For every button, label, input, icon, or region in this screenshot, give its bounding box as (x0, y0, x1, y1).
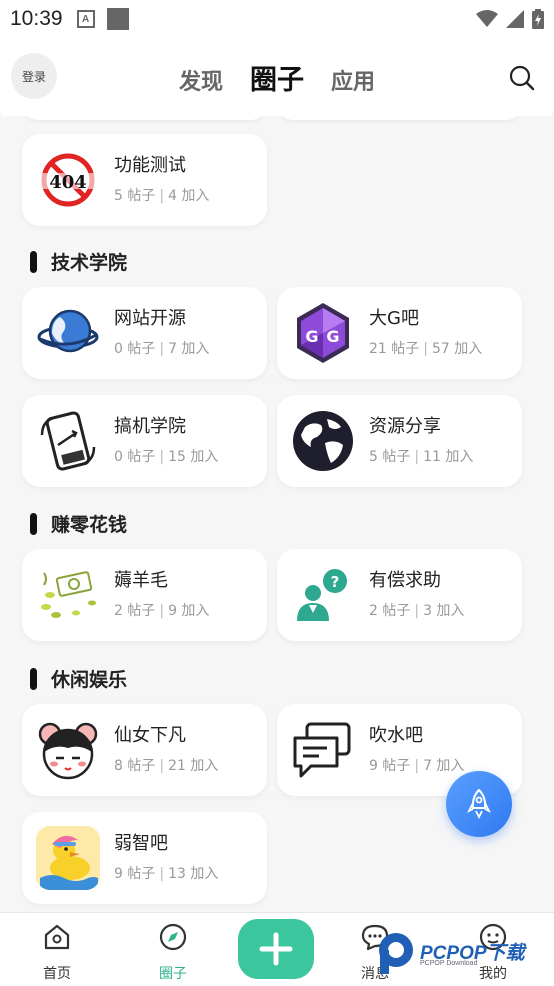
nav-home-label: 首页 (43, 966, 71, 982)
peek-card-right (277, 116, 522, 120)
phone-rotate-icon (36, 409, 100, 473)
circle-title: 资源分享 (369, 416, 441, 437)
circle-stats: 9 帖子 | 7 加入 (369, 758, 465, 774)
rocket-fab-button[interactable] (446, 771, 512, 837)
circle-card[interactable]: 搞机学院 0 帖子 | 15 加入 (22, 395, 267, 487)
circle-card[interactable]: 404 功能测试 5 帖子 | 4 加入 (22, 134, 267, 226)
status-time: 10:39 (10, 7, 63, 30)
add-post-button[interactable] (238, 919, 314, 979)
peek-card-left (22, 116, 267, 120)
home-icon (44, 924, 70, 950)
circle-stats: 9 帖子 | 13 加入 (114, 866, 219, 882)
svg-text:G: G (305, 327, 318, 346)
watermark: PCPOP下载 PCPOP Download (378, 924, 548, 980)
money-icon (36, 563, 100, 627)
section-marker (30, 667, 37, 690)
circle-card[interactable]: 仙女下凡 8 帖子 | 21 加入 (22, 704, 267, 796)
nav-circles-label: 圈子 (159, 966, 187, 982)
tab-circles[interactable]: 圈子 (250, 58, 304, 97)
watermark-subtext: PCPOP Download (420, 960, 478, 967)
circle-stats: 0 帖子 | 7 加入 (114, 341, 210, 357)
compass-icon (159, 923, 187, 951)
circle-title: 大G吧 (369, 308, 419, 329)
notification-a-icon: A (76, 10, 95, 28)
signal-icon (506, 10, 524, 28)
tab-discover[interactable]: 发现 (179, 64, 223, 96)
app-header: 登录 发现 圈子 应用 (0, 38, 554, 116)
earth-icon (291, 409, 355, 473)
404-icon: 404 (36, 148, 100, 212)
section-marker (30, 250, 37, 273)
tab-apps[interactable]: 应用 (331, 64, 375, 96)
notification-square-icon (106, 8, 129, 30)
status-bar: 10:39 A (0, 0, 554, 38)
circle-title: 功能测试 (114, 155, 186, 176)
circle-title: 弱智吧 (114, 833, 168, 854)
globe-icon (36, 301, 100, 365)
circle-card[interactable]: 弱智吧 9 帖子 | 13 加入 (22, 812, 267, 904)
wifi-icon (476, 10, 498, 27)
section-marker (30, 512, 37, 535)
section-title: 技术学院 (30, 248, 127, 275)
circle-stats: 21 帖子 | 57 加入 (369, 341, 483, 357)
girl-face-icon (36, 718, 100, 782)
circle-stats: 5 帖子 | 11 加入 (369, 449, 474, 465)
duck-icon (36, 826, 100, 890)
circle-stats: 0 帖子 | 15 加入 (114, 449, 219, 465)
section-title: 赚零花钱 (30, 510, 127, 537)
circle-card[interactable]: 资源分享 5 帖子 | 11 加入 (277, 395, 522, 487)
circle-stats: 2 帖子 | 9 加入 (114, 603, 210, 619)
chat-bubbles-icon (291, 718, 355, 782)
section-title: 休闲娱乐 (30, 665, 127, 692)
nav-circles[interactable]: 圈子 (128, 913, 218, 986)
circle-title: 吹水吧 (369, 725, 423, 746)
circle-title: 有偿求助 (369, 570, 441, 591)
circle-card[interactable]: G G 大G吧 21 帖子 | 57 加入 (277, 287, 522, 379)
circle-card[interactable]: 网站开源 0 帖子 | 7 加入 (22, 287, 267, 379)
circle-title: 网站开源 (114, 308, 186, 329)
plus-icon (259, 932, 293, 966)
gg-logo-icon: G G (291, 301, 355, 365)
circle-stats: 5 帖子 | 4 加入 (114, 188, 210, 204)
rocket-icon (467, 789, 491, 819)
nav-home[interactable]: 首页 (12, 913, 102, 986)
circle-title: 仙女下凡 (114, 725, 186, 746)
search-icon[interactable] (508, 64, 536, 92)
svg-text:404: 404 (49, 172, 87, 193)
help-person-icon: ? (291, 563, 355, 627)
circle-stats: 8 帖子 | 21 加入 (114, 758, 219, 774)
top-tabs: 发现 圈子 应用 (0, 58, 554, 97)
circle-title: 薅羊毛 (114, 570, 168, 591)
circle-card[interactable]: 薅羊毛 2 帖子 | 9 加入 (22, 549, 267, 641)
circle-title: 搞机学院 (114, 416, 186, 437)
circle-stats: 2 帖子 | 3 加入 (369, 603, 465, 619)
circle-card[interactable]: ? 有偿求助 2 帖子 | 3 加入 (277, 549, 522, 641)
svg-text:G: G (326, 327, 339, 346)
svg-text:?: ? (331, 573, 340, 591)
battery-icon (532, 9, 544, 29)
watermark-logo-icon (379, 933, 413, 974)
